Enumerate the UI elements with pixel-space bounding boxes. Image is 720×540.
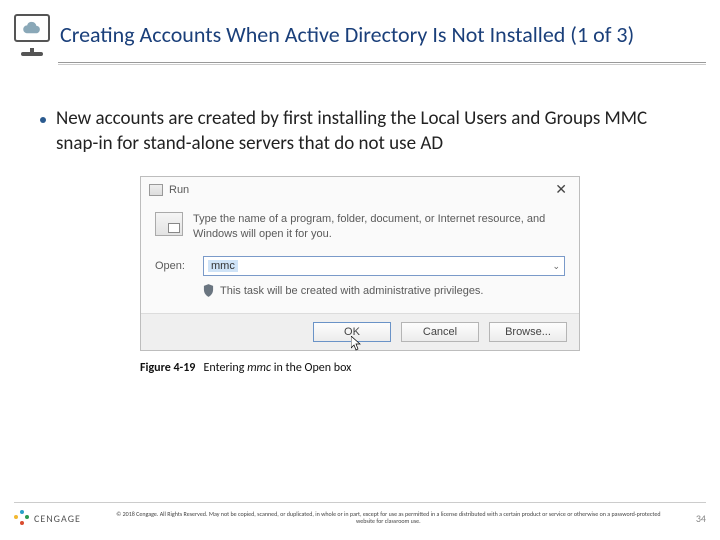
- privilege-text: This task will be created with administr…: [220, 285, 484, 297]
- run-titlebar: Run ✕: [141, 177, 579, 202]
- open-input-value: mmc: [208, 260, 238, 272]
- slide-footer: CENGAGE © 2018 Cengage. All Rights Reser…: [0, 502, 720, 540]
- run-dialog: Run ✕ Type the name of a program, folder…: [140, 176, 580, 351]
- cancel-button[interactable]: Cancel: [401, 322, 479, 342]
- slide-title: Creating Accounts When Active Directory …: [60, 21, 634, 48]
- figure-caption: Figure 4-19 Entering mmc in the Open box: [140, 361, 580, 375]
- cengage-logo: CENGAGE: [14, 510, 81, 526]
- privilege-note: This task will be created with administr…: [155, 284, 565, 297]
- bullet-text: New accounts are created by first instal…: [56, 107, 680, 156]
- page-number: 34: [696, 512, 706, 525]
- copyright-text: © 2018 Cengage. All Rights Reserved. May…: [93, 511, 684, 525]
- cursor-icon: [351, 336, 363, 352]
- open-label: Open:: [155, 260, 189, 272]
- run-title-text: Run: [169, 184, 189, 196]
- run-description: Type the name of a program, folder, docu…: [193, 212, 565, 242]
- bullet-item: New accounts are created by first instal…: [0, 65, 720, 156]
- run-app-icon: [149, 184, 163, 196]
- browse-button[interactable]: Browse...: [489, 322, 567, 342]
- cengage-mark-icon: [14, 510, 30, 526]
- figure-code: mmc: [247, 361, 271, 375]
- close-button[interactable]: ✕: [551, 181, 571, 198]
- title-underline: [58, 62, 706, 65]
- run-program-icon: [155, 212, 183, 236]
- bullet-dot-icon: [40, 117, 46, 123]
- cloud-icon: [21, 21, 43, 35]
- shield-icon: [203, 284, 214, 297]
- run-button-row: OK Cancel Browse...: [141, 313, 579, 350]
- figure: Run ✕ Type the name of a program, folder…: [140, 176, 580, 375]
- slide-header: Creating Accounts When Active Directory …: [0, 0, 720, 62]
- chevron-down-icon[interactable]: ⌄: [552, 261, 560, 272]
- cengage-brand-text: CENGAGE: [34, 512, 81, 525]
- open-input[interactable]: mmc ⌄: [203, 256, 565, 276]
- header-monitor-icon: [14, 14, 50, 54]
- figure-number: Figure 4-19: [140, 361, 195, 375]
